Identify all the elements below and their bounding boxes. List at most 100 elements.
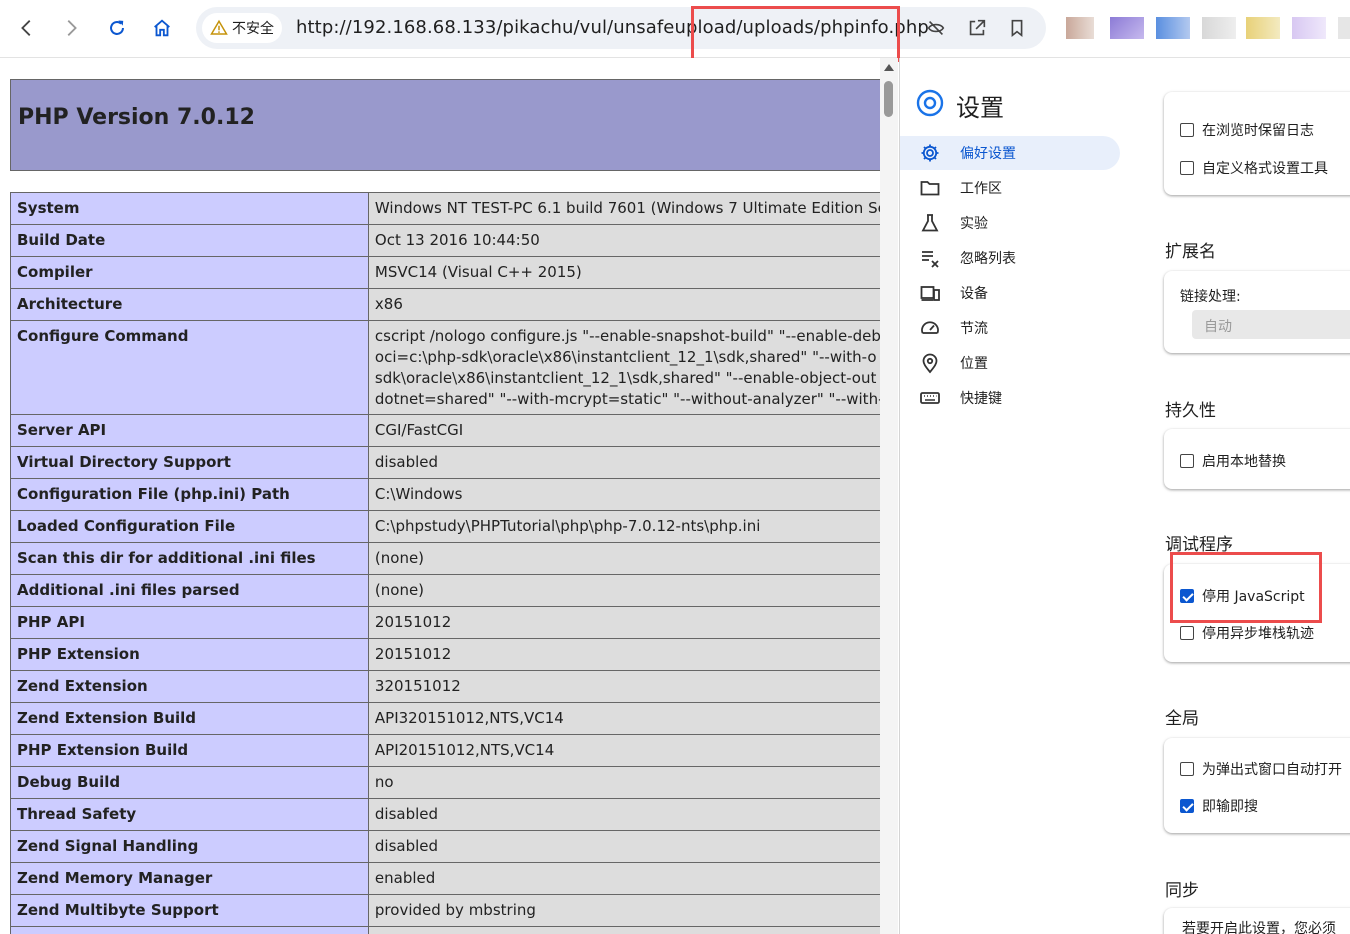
phpinfo-row: Zend Memory Manager enabled	[10, 862, 880, 895]
settings-title: 设置	[956, 94, 1004, 122]
address-bar[interactable]: 不安全 http://192.168.68.133/pikachu/vul/un…	[196, 7, 1046, 49]
phpinfo-value: disabled	[367, 830, 880, 863]
reload-button[interactable]	[100, 11, 134, 45]
forward-button[interactable]	[54, 11, 88, 45]
phpinfo-value-line: C:\phpstudy\PHPTutorial\php\php-7.0.12-n…	[374, 517, 761, 535]
phpinfo-row: Thread Safety disabled	[10, 798, 880, 831]
phpinfo-key: Configuration File (php.ini) Path	[10, 478, 369, 511]
sidebar-item-label: 工作区	[960, 181, 1002, 197]
local-overrides-option[interactable]: 启用本地替换	[1180, 451, 1286, 471]
phpinfo-value-line: sdk\oracle\x86\instantclient_12_1\sdk,sh…	[374, 369, 877, 387]
sidebar-item-experiments[interactable]: 实验	[900, 206, 1120, 240]
extension-thumbnail[interactable]	[1110, 17, 1144, 39]
home-button[interactable]	[145, 11, 179, 45]
extension-thumbnail[interactable]	[1156, 17, 1190, 39]
link-handling-select[interactable]: 自动	[1192, 310, 1350, 339]
extension-thumbnail[interactable]	[1338, 17, 1350, 39]
speedometer-icon	[921, 321, 939, 334]
php-version-title: PHP Version 7.0.12	[18, 105, 255, 130]
phpinfo-key: Architecture	[10, 288, 369, 321]
phpinfo-row: Additional .ini files parsed (none)	[10, 574, 880, 607]
phpinfo-value: C:\phpstudy\PHPTutorial\php\php-7.0.12-n…	[367, 510, 880, 543]
sidebar-item-preferences[interactable]: 偏好设置	[900, 136, 1120, 170]
sidebar-item-label: 实验	[960, 216, 988, 232]
extension-thumbnail[interactable]	[1202, 17, 1236, 39]
phpinfo-table: System Windows NT TEST-PC 6.1 build 7601 …	[10, 192, 880, 934]
disable-async-stack-checkbox[interactable]	[1180, 626, 1194, 640]
preferences-card: 在浏览时保留日志 自定义格式设置工具	[1164, 92, 1350, 195]
preserve-log-checkbox[interactable]	[1180, 123, 1194, 137]
auto-open-popup-devtools-option[interactable]: 为弹出式窗口自动打开	[1180, 759, 1342, 779]
phpinfo-row: Build Date Oct 13 2016 10:44:50	[10, 224, 880, 257]
phpinfo-key: Loaded Configuration File	[10, 510, 369, 543]
custom-formatters-checkbox[interactable]	[1180, 161, 1194, 175]
eye-off-icon[interactable]	[925, 17, 947, 39]
sidebar-item-label: 位置	[960, 356, 988, 372]
phpinfo-row: Configuration File (php.ini) Path C:\Wind…	[10, 478, 880, 511]
scroll-thumb[interactable]	[884, 81, 893, 117]
phpinfo-row: Zend Extension 320151012	[10, 670, 880, 703]
extensions-section-title: 扩展名	[1165, 242, 1216, 262]
phpinfo-value-line: dotnet=shared" "--with-mcrypt=static" "-…	[374, 390, 880, 408]
page-scrollbar[interactable]	[880, 58, 898, 934]
phpinfo-key: Zend Extension Build	[10, 702, 369, 735]
disable-async-stack-option[interactable]: 停用异步堆栈轨迹	[1180, 623, 1314, 643]
scroll-up-arrow-icon[interactable]	[884, 64, 894, 71]
phpinfo-value: no	[367, 766, 880, 799]
extension-thumbnail[interactable]	[1066, 17, 1094, 39]
phpinfo-value: CGI/FastCGI	[367, 414, 880, 447]
search-as-you-type-checkbox[interactable]	[1180, 799, 1194, 813]
phpinfo-row: Compiler MSVC14 (Visual C++ 2015)	[10, 256, 880, 289]
security-chip[interactable]: 不安全	[202, 13, 282, 43]
phpinfo-value: (none)	[367, 542, 880, 575]
phpinfo-value-line: 20151012	[374, 613, 452, 631]
phpinfo-key: PHP API	[10, 606, 369, 639]
search-as-you-type-option[interactable]: 即输即搜	[1180, 796, 1258, 816]
extension-thumbnail[interactable]	[1246, 17, 1280, 39]
bookmark-icon[interactable]	[1006, 17, 1028, 39]
sync-section-title: 同步	[1165, 881, 1199, 901]
phpinfo-row: PHP API 20151012	[10, 606, 880, 639]
phpinfo-row: Zend Extension Build API320151012,NTS,VC1…	[10, 702, 880, 735]
chrome-devtools-logo-icon	[916, 89, 944, 117]
extensions-card: 链接处理: 自动	[1164, 271, 1350, 353]
sidebar-item-ignore-list[interactable]: 忽略列表	[900, 241, 1120, 275]
phpinfo-value-line: disabled	[374, 805, 439, 823]
phpinfo-row: Loaded Configuration File C:\phpstudy\PHP…	[10, 510, 880, 543]
sidebar-item-devices[interactable]: 设备	[900, 276, 1120, 310]
folder-icon	[920, 181, 940, 196]
phpinfo-row: Zend Multibyte Support provided by mbstri…	[10, 894, 880, 927]
sidebar-item-shortcuts[interactable]: 快捷键	[900, 381, 1120, 415]
phpinfo-key: Scan this dir for additional .ini files	[10, 542, 369, 575]
share-icon[interactable]	[966, 17, 988, 39]
back-arrow-icon	[21, 20, 31, 36]
extension-thumbnail[interactable]	[1292, 17, 1326, 39]
custom-formatters-option[interactable]: 自定义格式设置工具	[1180, 158, 1328, 178]
phpinfo-row: System Windows NT TEST-PC 6.1 build 7601 …	[10, 192, 880, 225]
sidebar-item-locations[interactable]: 位置	[900, 346, 1120, 380]
local-overrides-checkbox[interactable]	[1180, 454, 1194, 468]
phpinfo-value: MSVC14 (Visual C++ 2015)	[367, 256, 880, 289]
sidebar-item-throttling[interactable]: 节流	[900, 311, 1120, 345]
preserve-log-option[interactable]: 在浏览时保留日志	[1180, 120, 1314, 140]
auto-open-popup-devtools-checkbox[interactable]	[1180, 762, 1194, 776]
phpinfo-key: Compiler	[10, 256, 369, 289]
global-card: 为弹出式窗口自动打开 即输即搜	[1164, 738, 1350, 833]
phpinfo-value-line: disabled	[374, 453, 439, 471]
phpinfo-value: disabled	[367, 446, 880, 479]
phpinfo-key: Virtual Directory Support	[10, 446, 369, 479]
phpinfo-key	[10, 926, 369, 934]
keyboard-icon	[920, 392, 940, 404]
disable-javascript-highlight-box	[1170, 552, 1322, 623]
phpinfo-value-line: C:\Windows	[374, 485, 463, 503]
phpinfo-key: Configure Command	[10, 320, 369, 415]
global-section-title: 全局	[1165, 709, 1199, 729]
phpinfo-value-line: enabled	[374, 869, 436, 887]
phpinfo-value-line: 20151012	[374, 645, 452, 663]
phpinfo-key: Thread Safety	[10, 798, 369, 831]
phpinfo-key: Server API	[10, 414, 369, 447]
sidebar-item-workspace[interactable]: 工作区	[900, 171, 1120, 205]
phpinfo-key: PHP Extension Build	[10, 734, 369, 767]
sidebar-item-label: 设备	[960, 286, 988, 302]
back-button[interactable]	[10, 11, 44, 45]
